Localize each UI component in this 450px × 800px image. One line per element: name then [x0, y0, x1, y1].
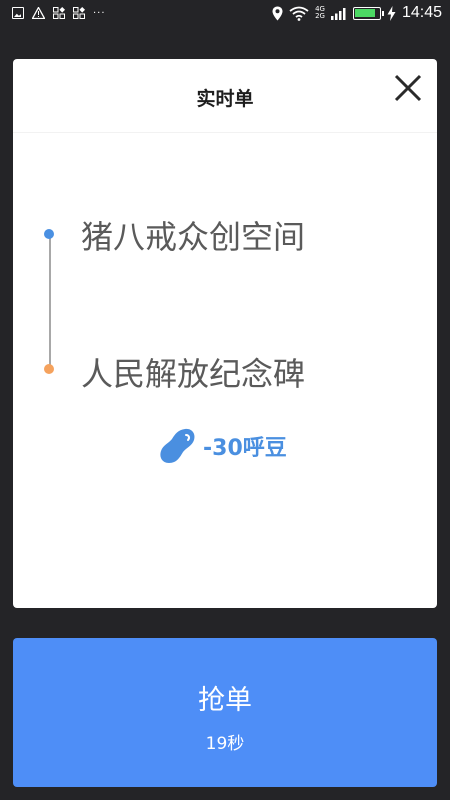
status-bar-right: 4G 2G 14:45: [272, 4, 442, 22]
battery-icon: [352, 6, 384, 20]
countdown-timer: 19秒: [205, 734, 245, 754]
app-icon: [73, 7, 85, 19]
bean-icon: [160, 428, 195, 463]
wifi-icon: [289, 6, 309, 21]
bean-cost-value: -30呼豆: [203, 436, 287, 461]
close-icon: [394, 74, 422, 102]
start-point-dot: [44, 229, 54, 239]
network-type-bottom: 2G: [315, 12, 325, 20]
status-bar-left: ···: [12, 7, 106, 19]
end-location: 人民解放纪念碑: [81, 355, 306, 393]
status-bar: ··· 4G 2G 14:45: [0, 0, 450, 30]
app-icon: [53, 7, 65, 19]
card-title: 实时单: [196, 88, 254, 110]
signal-icon: [330, 8, 346, 20]
network-type: 4G 2G: [315, 6, 325, 20]
charging-icon: [387, 5, 396, 21]
grab-order-button[interactable]: 抢单 19秒: [13, 638, 437, 787]
image-icon: [12, 7, 24, 19]
bean-cost: -30呼豆: [159, 426, 287, 466]
more-icon: ···: [93, 7, 106, 19]
warning-icon: [32, 7, 45, 19]
order-card: 实时单 猪八戒众创空间 人民解放纪念碑 -30呼豆: [13, 59, 437, 608]
grab-order-label: 抢单: [198, 685, 252, 716]
end-point-dot: [44, 364, 54, 374]
card-header: 实时单: [13, 59, 437, 133]
status-time: 14:45: [401, 4, 442, 21]
start-location: 猪八戒众创空间: [81, 218, 306, 256]
route-line: [49, 235, 51, 369]
close-button[interactable]: [393, 73, 423, 103]
location-icon: [272, 6, 283, 20]
